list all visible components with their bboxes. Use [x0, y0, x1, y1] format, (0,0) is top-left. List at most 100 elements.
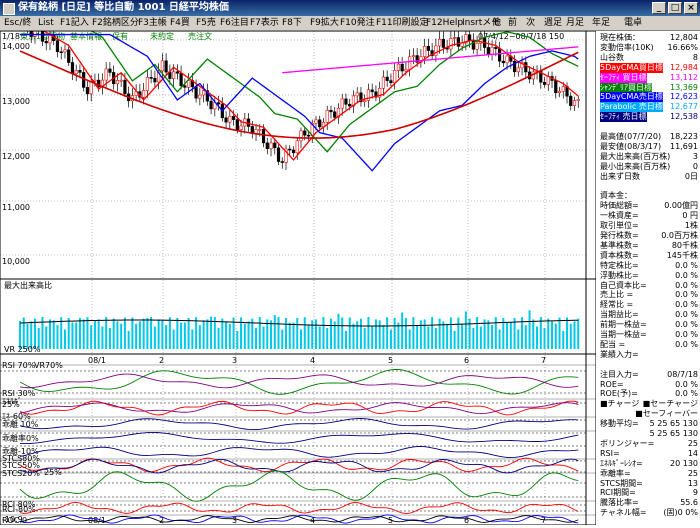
candle-body [404, 69, 408, 72]
info-key: RSI= [600, 448, 620, 458]
candle-body [194, 86, 198, 99]
info-value: 0.0 % [675, 310, 698, 320]
volume-bar [288, 322, 291, 349]
volume-bar [150, 317, 153, 349]
info-row: 最安値(08/3/17) 11,691 [600, 142, 698, 152]
volume-bar [225, 321, 228, 349]
maximize-button[interactable]: □ [668, 2, 682, 14]
menu-item-6[interactable]: F5売 [196, 17, 216, 29]
info-row: 注目入力= 08/7/18 [600, 370, 698, 380]
info-key: 最安値(08/3/17) [600, 141, 662, 151]
info-value: 08/7/18 [667, 369, 698, 379]
info-key: ｴﾈﾙｷﾞｰﾚｼｵ= [600, 458, 643, 468]
price-tick-label: 12,000 [2, 152, 30, 161]
menu-item-1[interactable]: List [38, 17, 54, 29]
menu-bar: Esc/終 List F1記入 F2銘柄区分 F3主帳 F4買 F5売 F6注目 F7表示 F8下… [0, 16, 700, 31]
candle-body [434, 45, 438, 56]
price-tick-label: 13,000 [2, 97, 30, 106]
menu-item-9[interactable]: F8下 [282, 17, 302, 29]
candle-body [314, 119, 318, 124]
info-value: 0.0 % [675, 270, 698, 280]
menu-item-3[interactable]: F2銘柄区分 [92, 17, 139, 29]
volume-bar [108, 328, 111, 349]
candle-body [344, 98, 348, 105]
month-label: 2 [159, 356, 164, 365]
info-row: ｾｰﾌﾃｨ 買日標 13,112 [600, 72, 698, 83]
candle-body [295, 140, 299, 154]
volume-bar [569, 323, 572, 349]
info-value: 25 [687, 468, 698, 478]
candle-body [408, 56, 412, 70]
menu-item-15[interactable]: 他 [492, 17, 501, 29]
candle-body [325, 109, 329, 123]
chart-area[interactable]: 14,00013,00012,00011,00010,0001/18東京1部現物… [0, 14, 597, 526]
menu-item-21[interactable]: 電卓 [624, 17, 642, 29]
info-value: 0.0 % [675, 260, 698, 270]
volume-bar [93, 320, 96, 349]
volume-bar [292, 322, 295, 349]
candle-body [385, 76, 389, 81]
info-row: ■セーフィーバー [600, 409, 698, 419]
volume-bar [97, 319, 100, 349]
menu-item-12[interactable]: F11印刷設定 [376, 17, 429, 29]
volume-bar [539, 317, 542, 349]
volume-bar [416, 325, 419, 349]
volume-bar [198, 325, 201, 349]
candle-body [89, 80, 93, 95]
candle-body [426, 45, 430, 51]
volume-bar [285, 317, 288, 349]
candle-body [370, 89, 374, 93]
candle-body [239, 125, 243, 130]
price-tick-label: 10,000 [2, 257, 30, 266]
volume-bar [513, 318, 516, 349]
menu-item-20[interactable]: 年足 [592, 17, 610, 29]
volume-title: 最大出来高比 [4, 280, 52, 290]
menu-item-16[interactable]: 前 [508, 17, 517, 29]
candle-body [389, 80, 393, 84]
menu-item-4[interactable]: F3主帳 [138, 17, 167, 29]
info-key: 当期一株益= [600, 330, 647, 339]
candle-body [104, 68, 108, 81]
info-value: 13 [687, 478, 698, 488]
menu-item-10[interactable]: F9拡大 [310, 17, 339, 29]
close-button[interactable]: × [684, 2, 698, 14]
volume-bar [236, 330, 239, 349]
candle-body [542, 81, 547, 85]
info-value: 0.0 % [675, 280, 698, 290]
menu-item-0[interactable]: Esc/終 [4, 17, 31, 29]
volume-bar [517, 329, 520, 349]
volume-bar [296, 318, 299, 349]
info-key: 当期益比= [600, 310, 639, 320]
volume-bar [71, 322, 74, 349]
info-key: 乖離率= [600, 468, 631, 478]
candle-body [340, 98, 344, 109]
menu-item-2[interactable]: F1記入 [60, 17, 89, 29]
panel-label: VR70% [34, 361, 63, 370]
candle-body [261, 129, 266, 144]
info-key: RCI期間= [600, 488, 636, 498]
candle-body [82, 72, 86, 88]
menu-item-7[interactable]: F6注目 [220, 17, 249, 29]
menu-item-13[interactable]: F12Help [426, 17, 463, 29]
menu-item-17[interactable]: 次 [526, 17, 535, 29]
candle-body [175, 71, 179, 74]
info-key: 配当 = [600, 339, 626, 349]
volume-bar [142, 318, 145, 349]
minimize-button[interactable]: _ [652, 2, 666, 14]
menu-item-19[interactable]: 月足 [566, 17, 584, 29]
menu-item-11[interactable]: F10発注 [340, 17, 375, 29]
candle-body [78, 70, 82, 73]
info-key: 浮動株比= [600, 270, 639, 280]
candle-body [164, 60, 168, 73]
volume-bar [382, 325, 385, 349]
menu-item-18[interactable]: 週足 [544, 17, 562, 29]
month-label: 7 [541, 356, 546, 365]
volume-bar [191, 329, 194, 349]
stock-chart[interactable]: 14,00013,00012,00011,00010,0001/18東京1部現物… [0, 14, 597, 526]
app-icon [3, 3, 15, 15]
info-key: ■チャージ [600, 399, 640, 409]
info-value: 25 [687, 438, 698, 448]
panel-label: RSI 70% [2, 361, 36, 370]
menu-item-8[interactable]: F7表示 [250, 17, 279, 29]
menu-item-5[interactable]: F4買 [170, 17, 190, 29]
